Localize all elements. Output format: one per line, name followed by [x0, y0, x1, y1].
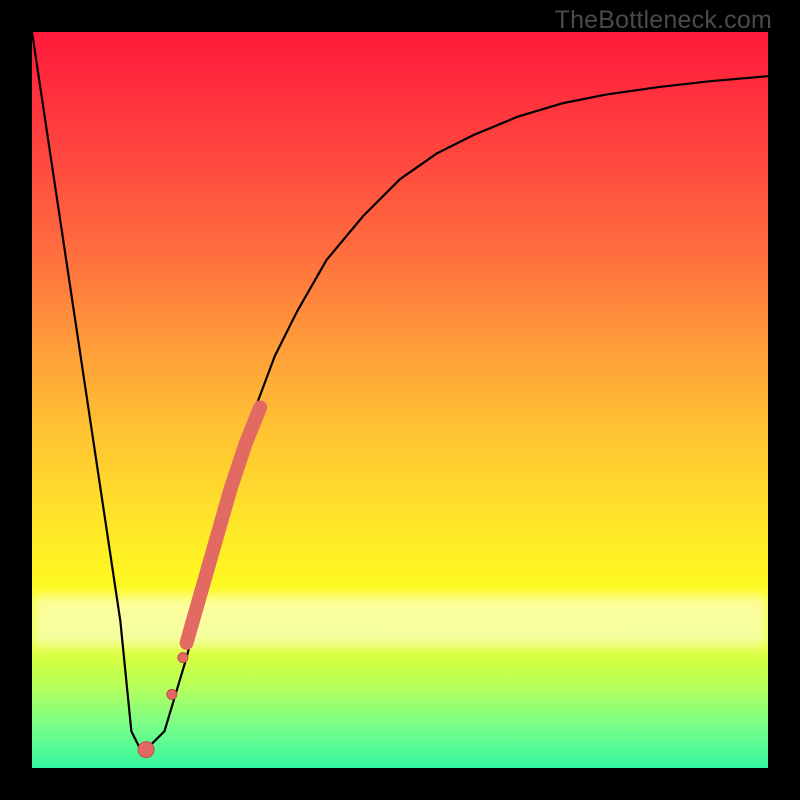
data-marker [167, 689, 177, 699]
watermark-text: TheBottleneck.com [555, 6, 772, 35]
highlighted-segment [187, 407, 261, 643]
bottleneck-curve [32, 32, 768, 753]
chart-frame: TheBottleneck.com [0, 0, 800, 800]
data-markers [138, 653, 188, 758]
data-marker [138, 742, 154, 758]
plot-area [32, 32, 768, 768]
curve-layer [32, 32, 768, 768]
data-marker [178, 653, 188, 663]
